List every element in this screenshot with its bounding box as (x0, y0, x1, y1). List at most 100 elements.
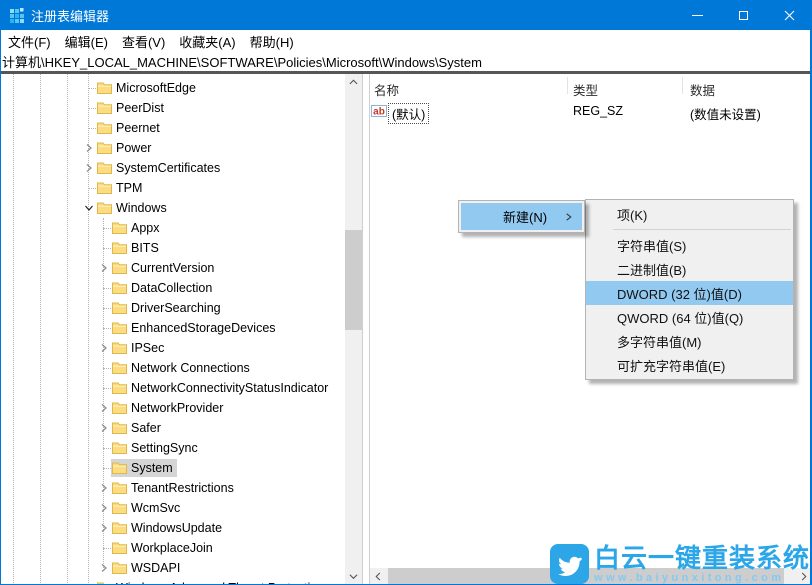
column-header-data[interactable]: 数据 (690, 80, 715, 99)
tree-node[interactable]: CurrentVersion (111, 259, 218, 277)
tree-item[interactable]: Windows (0, 198, 345, 218)
tree-item[interactable]: WorkplaceJoin (0, 538, 345, 558)
tree-item[interactable]: NetworkProvider (0, 398, 345, 418)
tree-node[interactable]: TPM (96, 179, 146, 197)
menu-item-binary-value[interactable]: 二进制值(B) (586, 257, 793, 281)
tree-item[interactable]: MicrosoftEdge (0, 78, 345, 98)
scroll-up-button[interactable] (345, 74, 362, 91)
column-header-type[interactable]: 类型 (573, 80, 598, 99)
minimize-button[interactable] (674, 0, 720, 30)
tree-node[interactable]: IPSec (111, 339, 168, 357)
expand-arrow-icon[interactable] (81, 138, 96, 158)
collapse-arrow-icon[interactable] (81, 198, 96, 218)
tree-item-label: Safer (131, 421, 161, 435)
tree-node[interactable]: Power (96, 139, 155, 157)
tree-node[interactable]: NetworkConnectivityStatusIndicator (111, 379, 332, 397)
tree-item[interactable]: WcmSvc (0, 498, 345, 518)
menu-edit[interactable]: 编辑(E) (58, 30, 115, 53)
tree-node[interactable]: TenantRestrictions (111, 479, 238, 497)
tree-item[interactable]: TPM (0, 178, 345, 198)
tree-item[interactable]: DriverSearching (0, 298, 345, 318)
folder-icon (112, 562, 127, 574)
folder-icon (112, 502, 127, 514)
menu-item-dword-value[interactable]: DWORD (32 位)值(D) (586, 281, 793, 305)
menu-item-multi-string-value[interactable]: 多字符串值(M) (586, 329, 793, 353)
column-divider[interactable] (682, 77, 683, 94)
tree-item[interactable]: Power (0, 138, 345, 158)
tree-item[interactable]: EnhancedStorageDevices (0, 318, 345, 338)
tree-node[interactable]: WorkplaceJoin (111, 539, 217, 557)
tree-node[interactable]: System (111, 459, 177, 477)
menu-item-qword-value[interactable]: QWORD (64 位)值(Q) (586, 305, 793, 329)
tree-item[interactable]: TenantRestrictions (0, 478, 345, 498)
expand-arrow-icon[interactable] (96, 518, 111, 538)
address-bar[interactable]: 计算机\HKEY_LOCAL_MACHINE\SOFTWARE\Policies… (0, 52, 812, 71)
menu-item-expandable-string-value[interactable]: 可扩充字符串值(E) (586, 353, 793, 377)
tree-item-label: IPSec (131, 341, 164, 355)
watermark: 白云一键重装系统 www.baiyunxitong.com (550, 544, 810, 584)
tree-item[interactable]: WindowsUpdate (0, 518, 345, 538)
tree-node[interactable]: Windows Advanced Threat Protection (96, 579, 328, 585)
tree-node[interactable]: NetworkProvider (111, 399, 227, 417)
column-header-name[interactable]: 名称 (374, 80, 399, 99)
tree-item[interactable]: NetworkConnectivityStatusIndicator (0, 378, 345, 398)
tree-item[interactable]: DataCollection (0, 278, 345, 298)
tree-item[interactable]: System (0, 458, 345, 478)
expand-arrow-icon[interactable] (96, 498, 111, 518)
tree-item[interactable]: IPSec (0, 338, 345, 358)
scroll-left-button[interactable] (370, 568, 387, 585)
panel-splitter[interactable] (362, 74, 370, 585)
tree-node[interactable]: DriverSearching (111, 299, 225, 317)
tree-vertical-scrollbar[interactable] (345, 74, 362, 585)
tree-node[interactable]: PeerDist (96, 99, 168, 117)
tree-node[interactable]: Windows (96, 199, 171, 217)
tree-item[interactable]: Appx (0, 218, 345, 238)
tree-node[interactable]: WcmSvc (111, 499, 184, 517)
tree-node[interactable]: WSDAPI (111, 559, 184, 577)
column-divider[interactable] (567, 77, 568, 94)
expand-arrow-icon[interactable] (96, 478, 111, 498)
tree-node[interactable]: Peernet (96, 119, 164, 137)
tree-node[interactable]: SettingSync (111, 439, 202, 457)
tree-item[interactable]: WSDAPI (0, 558, 345, 578)
expand-arrow-icon[interactable] (81, 158, 96, 178)
tree-node[interactable]: WindowsUpdate (111, 519, 226, 537)
close-button[interactable] (766, 0, 812, 30)
menu-item-string-value[interactable]: 字符串值(S) (586, 233, 793, 257)
menu-favorites[interactable]: 收藏夹(A) (172, 30, 242, 53)
window-controls (674, 0, 812, 30)
tree-item-label: SystemCertificates (116, 161, 220, 175)
menu-item-key[interactable]: 项(K) (586, 202, 793, 226)
registry-value-row[interactable]: ab (默认) REG_SZ (数值未设置) (370, 102, 812, 121)
tree-node[interactable]: SystemCertificates (96, 159, 224, 177)
tree-node[interactable]: Network Connections (111, 359, 254, 377)
tree-node[interactable]: Safer (111, 419, 165, 437)
tree-item[interactable]: BITS (0, 238, 345, 258)
tree-item[interactable]: Peernet (0, 118, 345, 138)
tree-item[interactable]: Network Connections (0, 358, 345, 378)
expand-arrow-icon[interactable] (96, 338, 111, 358)
tree-item[interactable]: CurrentVersion (0, 258, 345, 278)
tree-item[interactable]: SystemCertificates (0, 158, 345, 178)
tree-item[interactable]: Safer (0, 418, 345, 438)
string-value-icon: ab (371, 105, 387, 120)
scroll-down-button[interactable] (345, 568, 362, 585)
expand-arrow-icon[interactable] (96, 258, 111, 278)
menu-item-new[interactable]: 新建(N) (461, 203, 582, 230)
menu-help[interactable]: 帮助(H) (243, 30, 301, 53)
expand-arrow-icon[interactable] (96, 418, 111, 438)
tree-node[interactable]: MicrosoftEdge (96, 79, 200, 97)
maximize-button[interactable] (720, 0, 766, 30)
tree-item[interactable]: SettingSync (0, 438, 345, 458)
tree-node[interactable]: DataCollection (111, 279, 216, 297)
menu-view[interactable]: 查看(V) (115, 30, 172, 53)
menu-file[interactable]: 文件(F) (1, 30, 58, 53)
tree-node[interactable]: EnhancedStorageDevices (111, 319, 280, 337)
tree-node[interactable]: BITS (111, 239, 163, 257)
expand-arrow-icon[interactable] (96, 558, 111, 578)
expand-arrow-icon[interactable] (96, 398, 111, 418)
tree-node[interactable]: Appx (111, 219, 164, 237)
vertical-scrollbar-thumb[interactable] (345, 230, 362, 330)
tree-item[interactable]: Windows Advanced Threat Protection (0, 578, 345, 585)
tree-item[interactable]: PeerDist (0, 98, 345, 118)
